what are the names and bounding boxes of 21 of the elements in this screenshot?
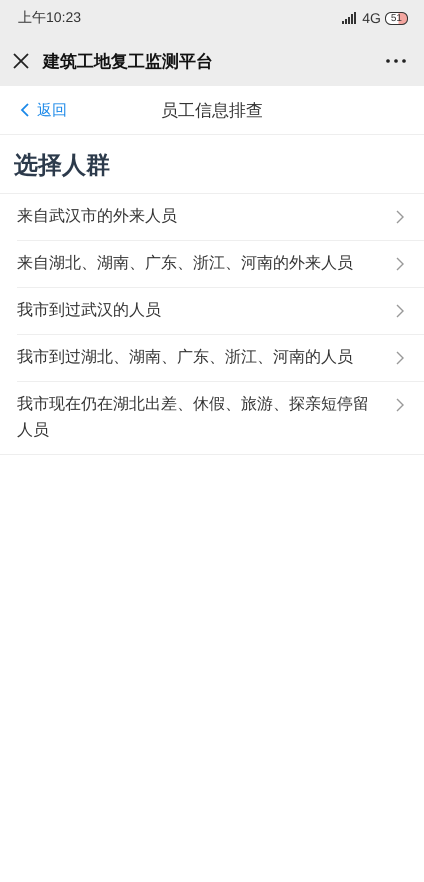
chevron-icon (396, 257, 404, 271)
list-item[interactable]: 我市现在仍在湖北出差、休假、旅游、探亲短停留人员 (0, 382, 424, 455)
list-item[interactable]: 来自湖北、湖南、广东、浙江、河南的外来人员 (17, 241, 424, 288)
battery-level: 51 (384, 12, 408, 24)
network-label: 4G (362, 10, 381, 26)
list-item[interactable]: 来自武汉市的外来人员 (17, 194, 424, 241)
chevron-icon (396, 398, 404, 412)
header-title: 建筑工地复工监测平台 (43, 50, 214, 72)
list-item[interactable]: 我市到过武汉的人员 (17, 288, 424, 335)
back-icon (20, 103, 29, 117)
list-item[interactable]: 我市到过湖北、湖南、广东、浙江、河南的人员 (17, 335, 424, 382)
more-icon[interactable] (386, 59, 406, 63)
chevron-icon (396, 351, 404, 365)
chevron-icon (396, 210, 404, 224)
chevron-icon (396, 304, 404, 318)
status-time: 上午10:23 (18, 9, 82, 27)
page-title: 员工信息排查 (161, 100, 263, 122)
back-button[interactable]: 返回 (0, 100, 67, 120)
signal-icon (342, 12, 358, 24)
close-icon[interactable] (13, 53, 29, 69)
section-title: 选择人群 (0, 135, 424, 194)
